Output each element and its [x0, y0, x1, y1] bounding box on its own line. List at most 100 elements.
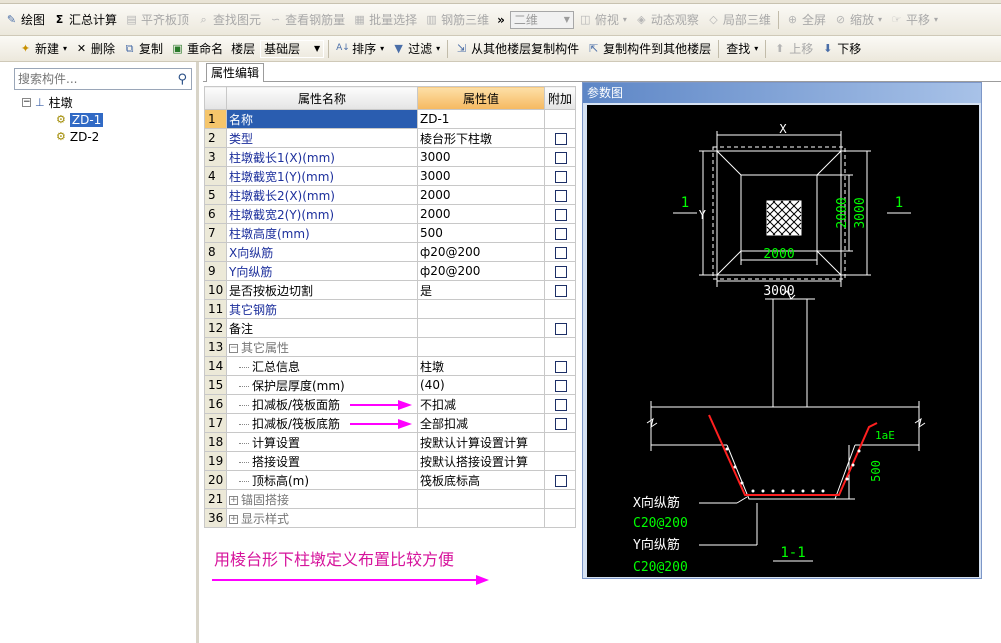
property-name-cell[interactable]: 备注 — [226, 318, 418, 338]
property-name-cell[interactable]: 柱墩截宽2(Y)(mm) — [226, 204, 418, 224]
extra-checkbox[interactable] — [555, 246, 567, 259]
extra-checkbox[interactable] — [555, 284, 567, 297]
extra-checkbox[interactable] — [555, 398, 567, 411]
extra-checkbox[interactable] — [555, 208, 567, 221]
property-name-cell[interactable]: 柱墩高度(mm) — [226, 223, 418, 243]
toolbar-overflow-button[interactable]: » — [494, 9, 508, 31]
tab-property-edit[interactable]: 属性编辑 — [206, 63, 265, 82]
property-value-cell[interactable]: 按默认计算设置计算 — [417, 432, 545, 452]
property-value-cell[interactable] — [417, 318, 545, 338]
table-row[interactable]: 5 柱墩截长2(X)(mm) 2000 — [204, 185, 576, 205]
copy-from-floor-button[interactable]: ⇲ 从其他楼层复制构件 — [452, 38, 582, 60]
property-name-cell[interactable]: + 显示样式 — [226, 508, 418, 528]
table-row[interactable]: 17 扣减板/筏板底筋 全部扣减 — [204, 413, 576, 433]
property-value-cell[interactable]: 不扣减 — [417, 394, 545, 414]
property-value-cell[interactable]: 3000 — [417, 166, 545, 186]
extra-checkbox[interactable] — [555, 379, 567, 392]
table-row[interactable]: 10 是否按板边切割 是 — [204, 280, 576, 300]
property-name-cell[interactable]: X向纵筋 — [226, 242, 418, 262]
table-row[interactable]: 19 搭接设置 按默认搭接设置计算 — [204, 451, 576, 471]
header-extra[interactable]: 附加 — [544, 86, 576, 110]
extra-checkbox[interactable] — [555, 322, 567, 335]
table-row[interactable]: 3 柱墩截长1(X)(mm) 3000 — [204, 147, 576, 167]
property-value-cell[interactable]: 是 — [417, 280, 545, 300]
extra-checkbox[interactable] — [555, 474, 567, 487]
property-value-cell[interactable] — [417, 299, 545, 319]
property-value-cell[interactable] — [417, 508, 545, 528]
copy-to-floor-button[interactable]: ⇱ 复制构件到其他楼层 — [584, 38, 714, 60]
property-value-cell[interactable]: ф20@200 — [417, 261, 545, 281]
header-property-name[interactable]: 属性名称 — [226, 86, 418, 110]
find-button[interactable]: 查找 ▾ — [723, 38, 761, 60]
table-row[interactable]: 15 保护层厚度(mm) (40) — [204, 375, 576, 395]
extra-checkbox[interactable] — [555, 227, 567, 240]
property-name-cell[interactable]: 其它钢筋 — [226, 299, 418, 319]
table-row[interactable]: 2 类型 棱台形下柱墩 — [204, 128, 576, 148]
draw-button[interactable]: ✎ 绘图 — [2, 9, 48, 31]
table-row[interactable]: 18 计算设置 按默认计算设置计算 — [204, 432, 576, 452]
orbit-button[interactable]: ◈ 动态观察 — [632, 9, 702, 31]
collapse-icon[interactable]: − — [22, 98, 31, 107]
property-name-cell[interactable]: 扣减板/筏板底筋 — [226, 413, 418, 433]
property-value-cell[interactable]: 2000 — [417, 185, 545, 205]
table-row[interactable]: 21 + 锚固搭接 — [204, 489, 576, 509]
property-name-cell[interactable]: 扣减板/筏板面筋 — [226, 394, 418, 414]
property-name-cell[interactable]: 计算设置 — [226, 432, 418, 452]
table-row[interactable]: 13− 其它属性 — [204, 337, 576, 357]
property-value-cell[interactable]: 筏板底标高 — [417, 470, 545, 490]
summary-calc-button[interactable]: Σ 汇总计算 — [50, 9, 120, 31]
sort-button[interactable]: A↓ 排序 ▾ — [333, 38, 387, 60]
local-3d-button[interactable]: ◇ 局部三维 — [704, 9, 774, 31]
table-row[interactable]: 6 柱墩截宽2(Y)(mm) 2000 — [204, 204, 576, 224]
table-row[interactable]: 12 备注 — [204, 318, 576, 338]
tree-root-pier[interactable]: − ⊥ 柱墩 — [22, 94, 103, 111]
view-rebar-amount-button[interactable]: ∽ 查看钢筋量 — [266, 9, 348, 31]
property-value-cell[interactable]: 3000 — [417, 147, 545, 167]
move-up-button[interactable]: ⬆ 上移 — [770, 38, 816, 60]
extra-checkbox[interactable] — [555, 189, 567, 202]
pan-button[interactable]: ☞ 平移 ▾ — [887, 9, 941, 31]
property-value-cell[interactable]: 500 — [417, 223, 545, 243]
table-row[interactable]: 7 柱墩高度(mm) 500 — [204, 223, 576, 243]
extra-checkbox[interactable] — [555, 360, 567, 373]
tree-item-zd-1[interactable]: ⚙ ZD-1 — [56, 111, 104, 128]
collapse-icon[interactable]: − — [229, 343, 238, 353]
tree-item-zd-2[interactable]: ⚙ ZD-2 — [56, 128, 103, 145]
move-down-button[interactable]: ⬇ 下移 — [818, 38, 864, 60]
property-value-cell[interactable]: 柱墩 — [417, 356, 545, 376]
batch-select-button[interactable]: ▦ 批量选择 — [350, 9, 420, 31]
property-name-cell[interactable]: 顶标高(m) — [226, 470, 418, 490]
property-value-cell[interactable]: ф20@200 — [417, 242, 545, 262]
top-view-button[interactable]: ◫ 俯视 ▾ — [576, 9, 630, 31]
rename-button[interactable]: ▣ 重命名 — [168, 38, 226, 60]
header-property-value[interactable]: 属性值 — [417, 86, 545, 110]
property-value-cell[interactable]: 2000 — [417, 204, 545, 224]
property-value-cell[interactable]: ZD-1 — [417, 109, 545, 129]
extra-checkbox[interactable] — [555, 417, 567, 430]
property-name-cell[interactable]: 保护层厚度(mm) — [226, 375, 418, 395]
table-row[interactable]: 1 名称 ZD-1 — [204, 109, 576, 129]
extra-checkbox[interactable] — [555, 265, 567, 278]
property-name-cell[interactable]: 是否按板边切割 — [226, 280, 418, 300]
property-value-cell[interactable] — [417, 337, 545, 357]
floor-select[interactable]: 基础层 ▼ — [260, 39, 325, 58]
table-row[interactable]: 16 扣减板/筏板面筋 不扣减 — [204, 394, 576, 414]
table-row[interactable]: 20 顶标高(m) 筏板底标高 — [204, 470, 576, 490]
property-name-cell[interactable]: 名称 — [226, 109, 418, 129]
rebar-3d-button[interactable]: ▥ 钢筋三维 — [422, 9, 492, 31]
property-name-cell[interactable]: 搭接设置 — [226, 451, 418, 471]
align-slab-top-button[interactable]: ▤ 平齐板顶 — [122, 9, 192, 31]
copy-button[interactable]: ⧉ 复制 — [120, 38, 166, 60]
find-element-button[interactable]: ⌕ 查找图元 — [194, 9, 264, 31]
property-name-cell[interactable]: 柱墩截长2(X)(mm) — [226, 185, 418, 205]
property-name-cell[interactable]: − 其它属性 — [226, 337, 418, 357]
fullscreen-button[interactable]: ⊕ 全屏 — [783, 9, 829, 31]
search-icon[interactable]: ⚲ — [177, 72, 187, 87]
expand-icon[interactable]: + — [229, 495, 238, 505]
extra-checkbox[interactable] — [555, 170, 567, 183]
view-mode-select[interactable]: 二维 ▼ — [509, 10, 574, 29]
new-button[interactable]: ✦ 新建 ▾ — [16, 38, 70, 60]
property-value-cell[interactable] — [417, 489, 545, 509]
property-name-cell[interactable]: 柱墩截长1(X)(mm) — [226, 147, 418, 167]
table-row[interactable]: 8 X向纵筋 ф20@200 — [204, 242, 576, 262]
